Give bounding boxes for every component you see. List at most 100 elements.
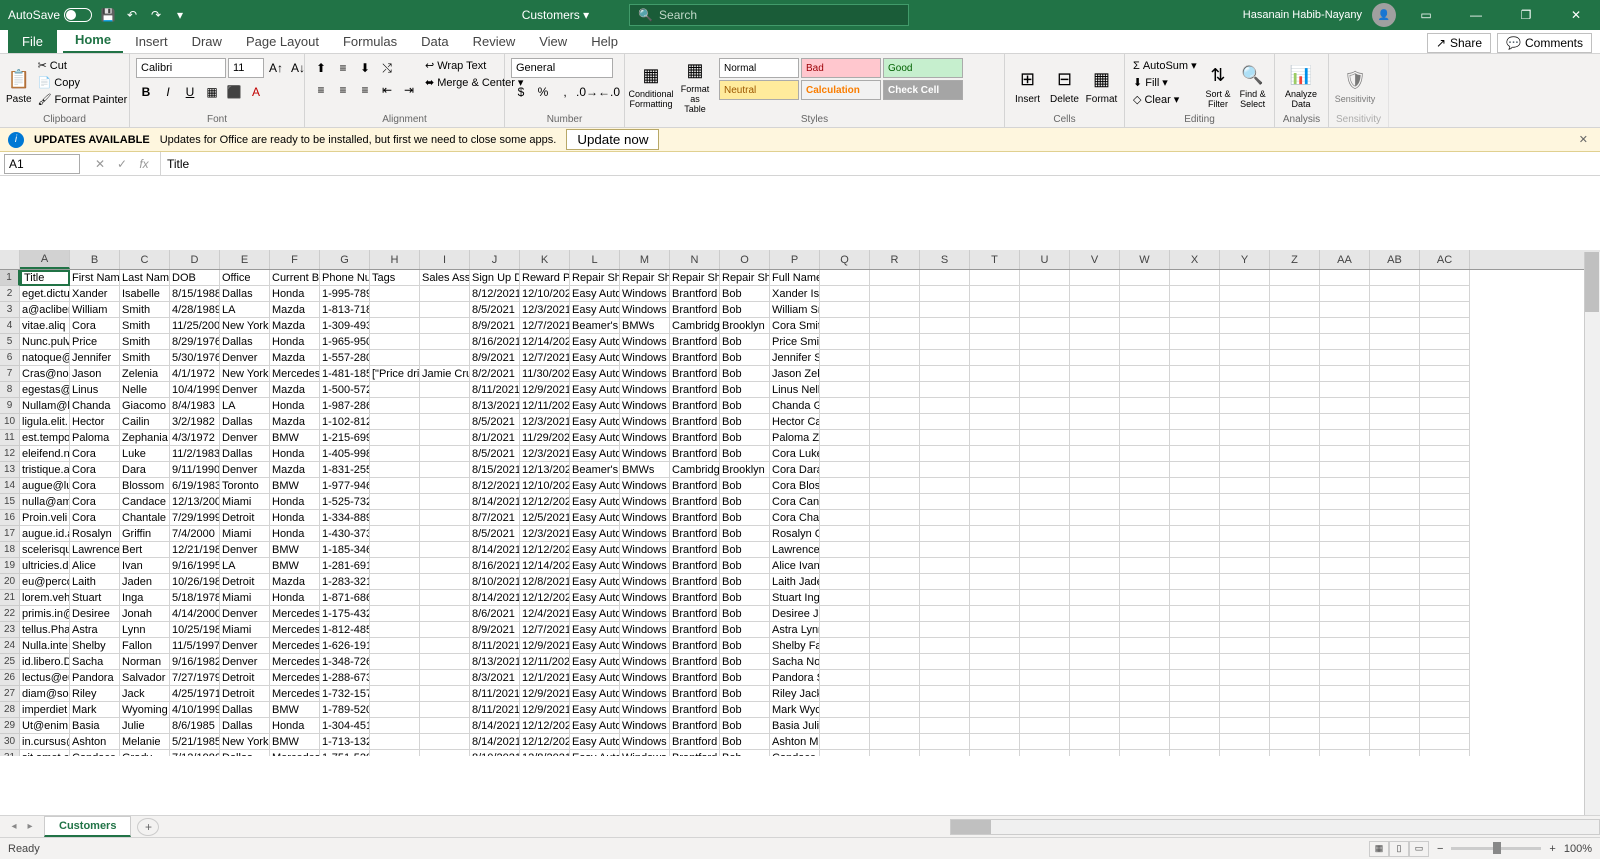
cell[interactable]: Windows: [620, 334, 670, 350]
cell[interactable]: Bob: [720, 542, 770, 558]
cell[interactable]: Current Br: [270, 270, 320, 286]
cell[interactable]: [1320, 622, 1370, 638]
cell[interactable]: 12/12/202: [520, 718, 570, 734]
row-header[interactable]: 30: [0, 734, 20, 750]
insert-cells-button[interactable]: ⊞Insert: [1011, 58, 1044, 114]
cell[interactable]: [1120, 270, 1170, 286]
cell[interactable]: egestas@: [20, 382, 70, 398]
cell[interactable]: [1370, 686, 1420, 702]
cell[interactable]: [1320, 558, 1370, 574]
cell[interactable]: [1170, 478, 1220, 494]
cell[interactable]: 1-987-286-2721: [320, 398, 370, 414]
cell[interactable]: [970, 302, 1020, 318]
cell[interactable]: [870, 366, 920, 382]
cell[interactable]: Smith: [120, 350, 170, 366]
cell[interactable]: [1370, 366, 1420, 382]
cell[interactable]: [1370, 702, 1420, 718]
col-header[interactable]: S: [920, 250, 970, 269]
cell[interactable]: [1320, 318, 1370, 334]
cell[interactable]: 12/12/202: [520, 494, 570, 510]
cell[interactable]: [1420, 670, 1470, 686]
cell[interactable]: [1170, 638, 1220, 654]
cell[interactable]: [1120, 526, 1170, 542]
cell[interactable]: 12/9/2021: [520, 686, 570, 702]
align-right-icon[interactable]: ≡: [355, 80, 375, 100]
col-header[interactable]: C: [120, 250, 170, 269]
cell[interactable]: [1270, 286, 1320, 302]
cell[interactable]: 8/10/2021: [470, 750, 520, 756]
cell[interactable]: [920, 542, 970, 558]
cell[interactable]: Blossom: [120, 478, 170, 494]
bold-button[interactable]: B: [136, 82, 156, 102]
cell[interactable]: [420, 494, 470, 510]
cell[interactable]: Windows: [620, 606, 670, 622]
cell[interactable]: 1-215-699-2002: [320, 430, 370, 446]
cell[interactable]: Windows: [620, 526, 670, 542]
cell[interactable]: [970, 750, 1020, 756]
name-box[interactable]: [4, 154, 80, 174]
number-format-input[interactable]: [511, 58, 613, 78]
cell[interactable]: Windows: [620, 350, 670, 366]
cell[interactable]: [1070, 350, 1120, 366]
cell[interactable]: [1220, 558, 1270, 574]
cell[interactable]: Brantford: [670, 430, 720, 446]
cell[interactable]: [920, 574, 970, 590]
cell[interactable]: Sacha Norman: [770, 654, 820, 670]
cell[interactable]: Nulla.inte: [20, 638, 70, 654]
cell[interactable]: [920, 286, 970, 302]
cell[interactable]: [1170, 606, 1220, 622]
cell[interactable]: [970, 350, 1020, 366]
cell[interactable]: Mazda: [270, 462, 320, 478]
cell[interactable]: [1320, 638, 1370, 654]
fx-icon[interactable]: fx: [134, 155, 154, 173]
col-header[interactable]: M: [620, 250, 670, 269]
cell[interactable]: 1-481-185-: [320, 366, 370, 382]
cell[interactable]: [1370, 734, 1420, 750]
cell[interactable]: Brantford: [670, 574, 720, 590]
cell[interactable]: Jamie Cru: [420, 366, 470, 382]
cell[interactable]: Cora: [70, 462, 120, 478]
cell[interactable]: [920, 334, 970, 350]
cell[interactable]: [370, 622, 420, 638]
cell[interactable]: 11/29/202: [520, 430, 570, 446]
tab-home[interactable]: Home: [63, 28, 123, 53]
cell[interactable]: [920, 702, 970, 718]
cell[interactable]: Denver: [220, 638, 270, 654]
cell[interactable]: 1-175-432-1437: [320, 606, 370, 622]
col-header[interactable]: Q: [820, 250, 870, 269]
cell[interactable]: lorem.veh: [20, 590, 70, 606]
cell[interactable]: [1270, 686, 1320, 702]
cell[interactable]: 12/7/2021: [520, 622, 570, 638]
cell[interactable]: Julie: [120, 718, 170, 734]
cell[interactable]: 7/12/1986: [170, 750, 220, 756]
cell[interactable]: [370, 574, 420, 590]
comments-button[interactable]: 💬 Comments: [1497, 33, 1592, 53]
cell[interactable]: New York: [220, 318, 270, 334]
row-header[interactable]: 26: [0, 670, 20, 686]
cell[interactable]: Brantford: [670, 654, 720, 670]
cell[interactable]: [420, 606, 470, 622]
cell[interactable]: Beamer's: [570, 318, 620, 334]
tab-draw[interactable]: Draw: [180, 30, 234, 53]
tab-file[interactable]: File: [8, 30, 57, 53]
cell[interactable]: [870, 526, 920, 542]
cell[interactable]: [1320, 446, 1370, 462]
cell[interactable]: 12/3/2021: [520, 414, 570, 430]
cell[interactable]: Miami: [220, 526, 270, 542]
cell[interactable]: 1-334-889-0489: [320, 510, 370, 526]
cell[interactable]: 8/11/2021: [470, 686, 520, 702]
view-normal-icon[interactable]: ▦: [1369, 841, 1389, 857]
row-header[interactable]: 6: [0, 350, 20, 366]
cell[interactable]: Xander Isabelle: [770, 286, 820, 302]
cell[interactable]: [1270, 366, 1320, 382]
formula-input[interactable]: [161, 154, 1600, 174]
cell[interactable]: Riley Jack: [770, 686, 820, 702]
document-title[interactable]: Customers ▾: [522, 8, 589, 22]
cell[interactable]: Brantford: [670, 734, 720, 750]
cell[interactable]: [1120, 366, 1170, 382]
cell[interactable]: [820, 574, 870, 590]
col-header[interactable]: G: [320, 250, 370, 269]
col-header[interactable]: A: [20, 250, 70, 269]
cell[interactable]: [1020, 286, 1070, 302]
cell[interactable]: 1-751-520-9118: [320, 750, 370, 756]
